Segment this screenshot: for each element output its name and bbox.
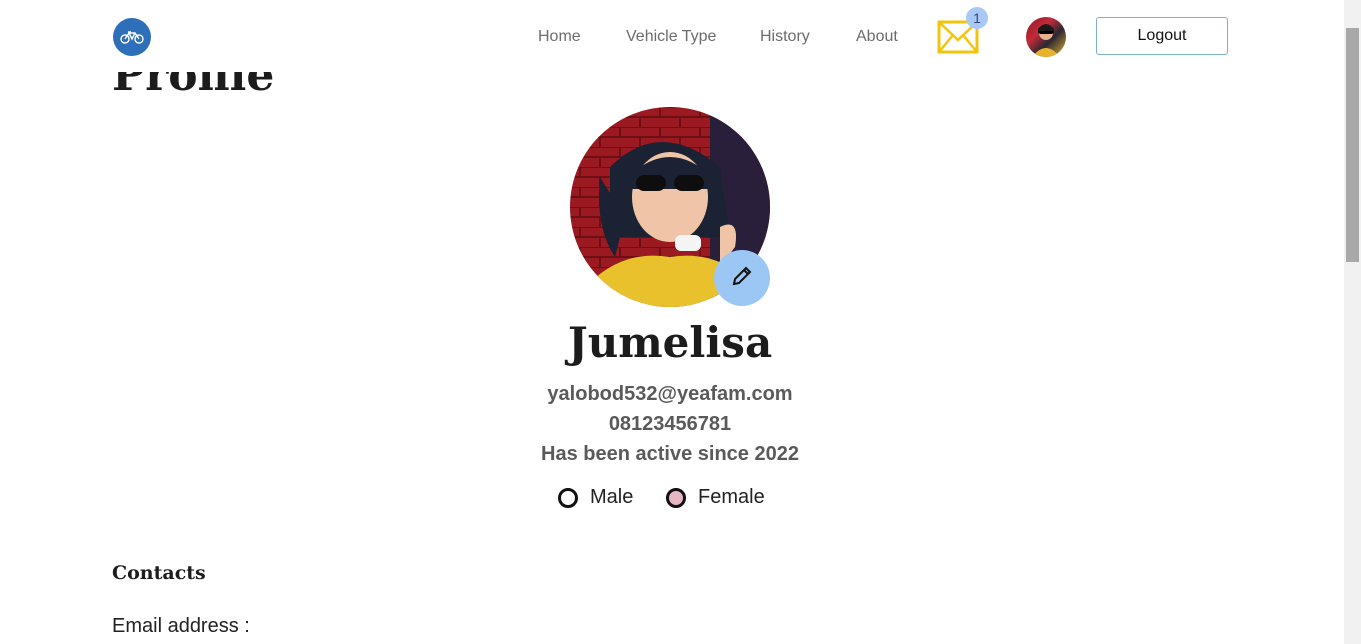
profile-picture: [570, 107, 770, 307]
gender-option-male[interactable]: Male: [558, 486, 633, 509]
active-since: Has been active since 2022: [541, 443, 799, 465]
nav-vehicle-type[interactable]: Vehicle Type: [626, 28, 716, 46]
logout-button[interactable]: Logout: [1096, 17, 1228, 55]
gender-option-female[interactable]: Female: [666, 486, 765, 509]
pencil-icon: [730, 264, 754, 293]
bicycle-logo-icon[interactable]: [113, 18, 151, 56]
scrollbar-thumb[interactable]: [1346, 28, 1359, 262]
profile-email: yalobod532@yeafam.com: [547, 383, 793, 405]
contacts-title: Contacts: [112, 562, 206, 584]
profile-name: Jumelisa: [567, 318, 773, 367]
page-scrollbar[interactable]: [1344, 0, 1361, 644]
edit-photo-button[interactable]: [714, 250, 770, 306]
profile-phone: 08123456781: [608, 413, 732, 435]
navbar: Home Vehicle Type History About 1 Logout: [0, 0, 1344, 72]
nav-history[interactable]: History: [760, 28, 810, 46]
male-label: Male: [590, 486, 634, 508]
male-radio[interactable]: [558, 487, 578, 508]
notification-badge: 1: [966, 7, 988, 29]
female-radio[interactable]: [666, 487, 686, 508]
email-address-label: Email address :: [112, 615, 250, 637]
female-label: Female: [698, 486, 765, 508]
nav-home[interactable]: Home: [538, 28, 581, 46]
user-avatar[interactable]: [1026, 17, 1066, 57]
nav-about[interactable]: About: [856, 28, 898, 46]
